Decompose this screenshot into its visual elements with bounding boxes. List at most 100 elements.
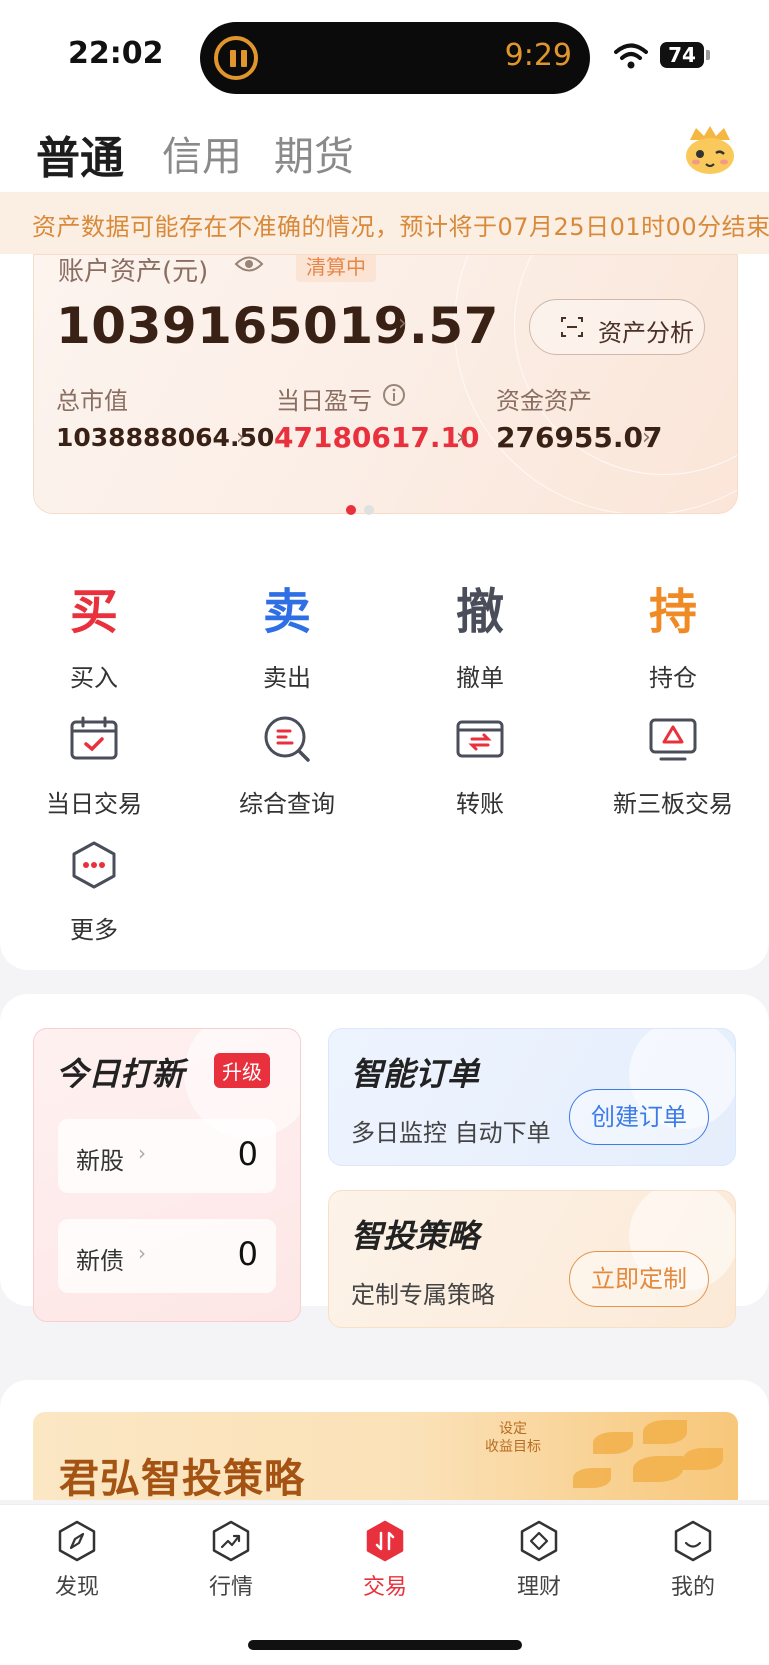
notice-text: 资产数据可能存在不准确的情况，预计将于07月25日01时00分结束 <box>32 213 769 241</box>
transfer-label: 转账 <box>456 790 504 818</box>
analysis-icon <box>561 317 583 337</box>
smart-strategy-card[interactable]: 智投策略 定制专属策略 立即定制 <box>328 1190 736 1328</box>
positions-button[interactable]: 持 持仓 <box>583 584 763 693</box>
new-stock-count: 0 <box>237 1135 258 1173</box>
asset-label: 账户资产(元) <box>58 257 209 287</box>
sell-label: 卖出 <box>263 664 311 692</box>
cancel-glyph: 撤 <box>455 584 504 640</box>
nav-trade-label: 交易 <box>362 1575 407 1600</box>
banner-tag-line: 收益目标 <box>485 1439 541 1455</box>
chevron-right-icon: › <box>138 1141 146 1165</box>
carousel-dot <box>364 505 374 515</box>
nav-wealth-label: 理财 <box>516 1575 561 1600</box>
leaf-decoration <box>573 1468 611 1488</box>
ipo-title: 今日打新 <box>56 1055 185 1093</box>
chevron-right-icon[interactable]: › <box>236 425 245 450</box>
eye-icon[interactable] <box>234 254 264 275</box>
dynamic-island[interactable]: 9:29 <box>200 22 590 94</box>
notice-banner: 资产数据可能存在不准确的情况，预计将于07月25日01时00分结束 <box>0 192 769 254</box>
asset-analysis-button[interactable]: 资产分析 <box>529 299 705 355</box>
carousel-dot-active <box>346 505 356 515</box>
nav-discover-label: 发现 <box>54 1575 99 1600</box>
mascot-avatar-icon[interactable] <box>682 122 738 178</box>
strategy-banner[interactable]: 君弘智投策略 设定 收益目标 <box>33 1412 738 1500</box>
chevron-right-icon[interactable]: › <box>642 425 651 450</box>
more-icon <box>72 841 116 889</box>
daily-trades-button[interactable]: 当日交易 <box>4 710 184 819</box>
query-button[interactable]: 综合查询 <box>197 710 377 819</box>
buy-label: 买入 <box>70 664 118 692</box>
tab-normal[interactable]: 普通 <box>36 122 124 186</box>
status-bar: 22:02 9:29 74 <box>0 0 769 112</box>
monitor-icon <box>649 718 697 761</box>
new-bond-label: 新债 <box>76 1247 124 1275</box>
asset-analysis-label: 资产分析 <box>598 319 694 347</box>
carousel-indicator <box>346 500 382 519</box>
chevron-right-icon: › <box>138 1241 146 1265</box>
chevron-right-icon[interactable]: › <box>398 311 407 336</box>
nav-market[interactable]: 行情 <box>176 1519 286 1601</box>
cancel-label: 撤单 <box>456 664 504 692</box>
chevron-right-icon[interactable]: › <box>456 425 465 450</box>
pause-icon <box>214 36 258 80</box>
neeq-trade-label: 新三板交易 <box>613 790 733 818</box>
leaf-decoration <box>643 1420 687 1444</box>
total-assets-value[interactable]: 1039165019.57 <box>56 297 499 355</box>
nav-market-label: 行情 <box>208 1575 253 1600</box>
buy-glyph: 买 <box>69 584 118 640</box>
nav-trade[interactable]: 交易 <box>330 1519 440 1601</box>
transfer-icon <box>456 720 504 758</box>
banner-tag-line: 设定 <box>499 1421 527 1437</box>
smart-order-card[interactable]: 智能订单 多日监控 自动下单 创建订单 <box>328 1028 736 1166</box>
ipo-card[interactable]: 今日打新 升级 新股 › 0 新债 › 0 <box>33 1028 301 1322</box>
calendar-check-icon <box>70 716 118 760</box>
new-stock-row[interactable]: 新股 › 0 <box>58 1119 276 1193</box>
leaf-decoration <box>683 1448 723 1470</box>
query-label: 综合查询 <box>239 790 335 818</box>
daily-trades-label: 当日交易 <box>46 790 142 818</box>
info-icon[interactable] <box>382 383 406 407</box>
banner-tag: 设定 收益目标 <box>485 1420 541 1456</box>
customize-now-button[interactable]: 立即定制 <box>569 1251 709 1307</box>
leaf-decoration <box>633 1456 683 1482</box>
leaf-decoration <box>593 1432 633 1454</box>
sell-glyph: 卖 <box>262 584 311 640</box>
home-indicator[interactable] <box>248 1640 522 1650</box>
asset-card: 账户资产(元) 清算中 1039165019.57 › 资产分析 总市值 103… <box>33 254 738 514</box>
trend-icon <box>212 1520 250 1562</box>
buy-button[interactable]: 买 买入 <box>4 584 184 693</box>
tab-futures[interactable]: 期货 <box>274 124 354 182</box>
nav-wealth[interactable]: 理财 <box>484 1519 594 1601</box>
account-type-tabs: 普通 信用 期货 <box>0 112 769 192</box>
battery-tip <box>706 50 710 60</box>
tab-credit[interactable]: 信用 <box>162 124 242 182</box>
compass-icon <box>58 1520 96 1562</box>
more-label: 更多 <box>70 916 118 944</box>
market-value-label: 总市值 <box>56 387 128 415</box>
island-timer: 9:29 <box>504 38 572 73</box>
battery-indicator: 74 <box>660 42 704 68</box>
clearing-status-badge: 清算中 <box>296 255 376 282</box>
cash-assets-value[interactable]: 276955.07 <box>496 421 663 454</box>
cash-assets-label: 资金资产 <box>496 387 592 415</box>
cancel-order-button[interactable]: 撤 撤单 <box>390 584 570 693</box>
smart-order-subtitle: 多日监控 自动下单 <box>351 1119 551 1147</box>
sell-button[interactable]: 卖 卖出 <box>197 584 377 693</box>
profile-icon <box>674 1520 712 1562</box>
wealth-icon <box>520 1520 558 1562</box>
daily-pnl-value[interactable]: 47180617.10 <box>274 421 479 454</box>
more-button[interactable]: 更多 <box>4 836 184 945</box>
create-order-button[interactable]: 创建订单 <box>569 1089 709 1145</box>
search-list-icon <box>264 716 310 762</box>
upgrade-badge[interactable]: 升级 <box>214 1053 270 1088</box>
smart-order-title: 智能订单 <box>351 1055 480 1093</box>
trade-icon <box>366 1520 404 1562</box>
status-time: 22:02 <box>68 36 164 71</box>
hold-label: 持仓 <box>649 664 697 692</box>
nav-discover[interactable]: 发现 <box>22 1519 132 1601</box>
new-bond-row[interactable]: 新债 › 0 <box>58 1219 276 1293</box>
transfer-button[interactable]: 转账 <box>390 710 570 819</box>
neeq-trade-button[interactable]: 新三板交易 <box>583 710 763 819</box>
hold-glyph: 持 <box>648 584 697 640</box>
nav-profile[interactable]: 我的 <box>638 1519 748 1601</box>
